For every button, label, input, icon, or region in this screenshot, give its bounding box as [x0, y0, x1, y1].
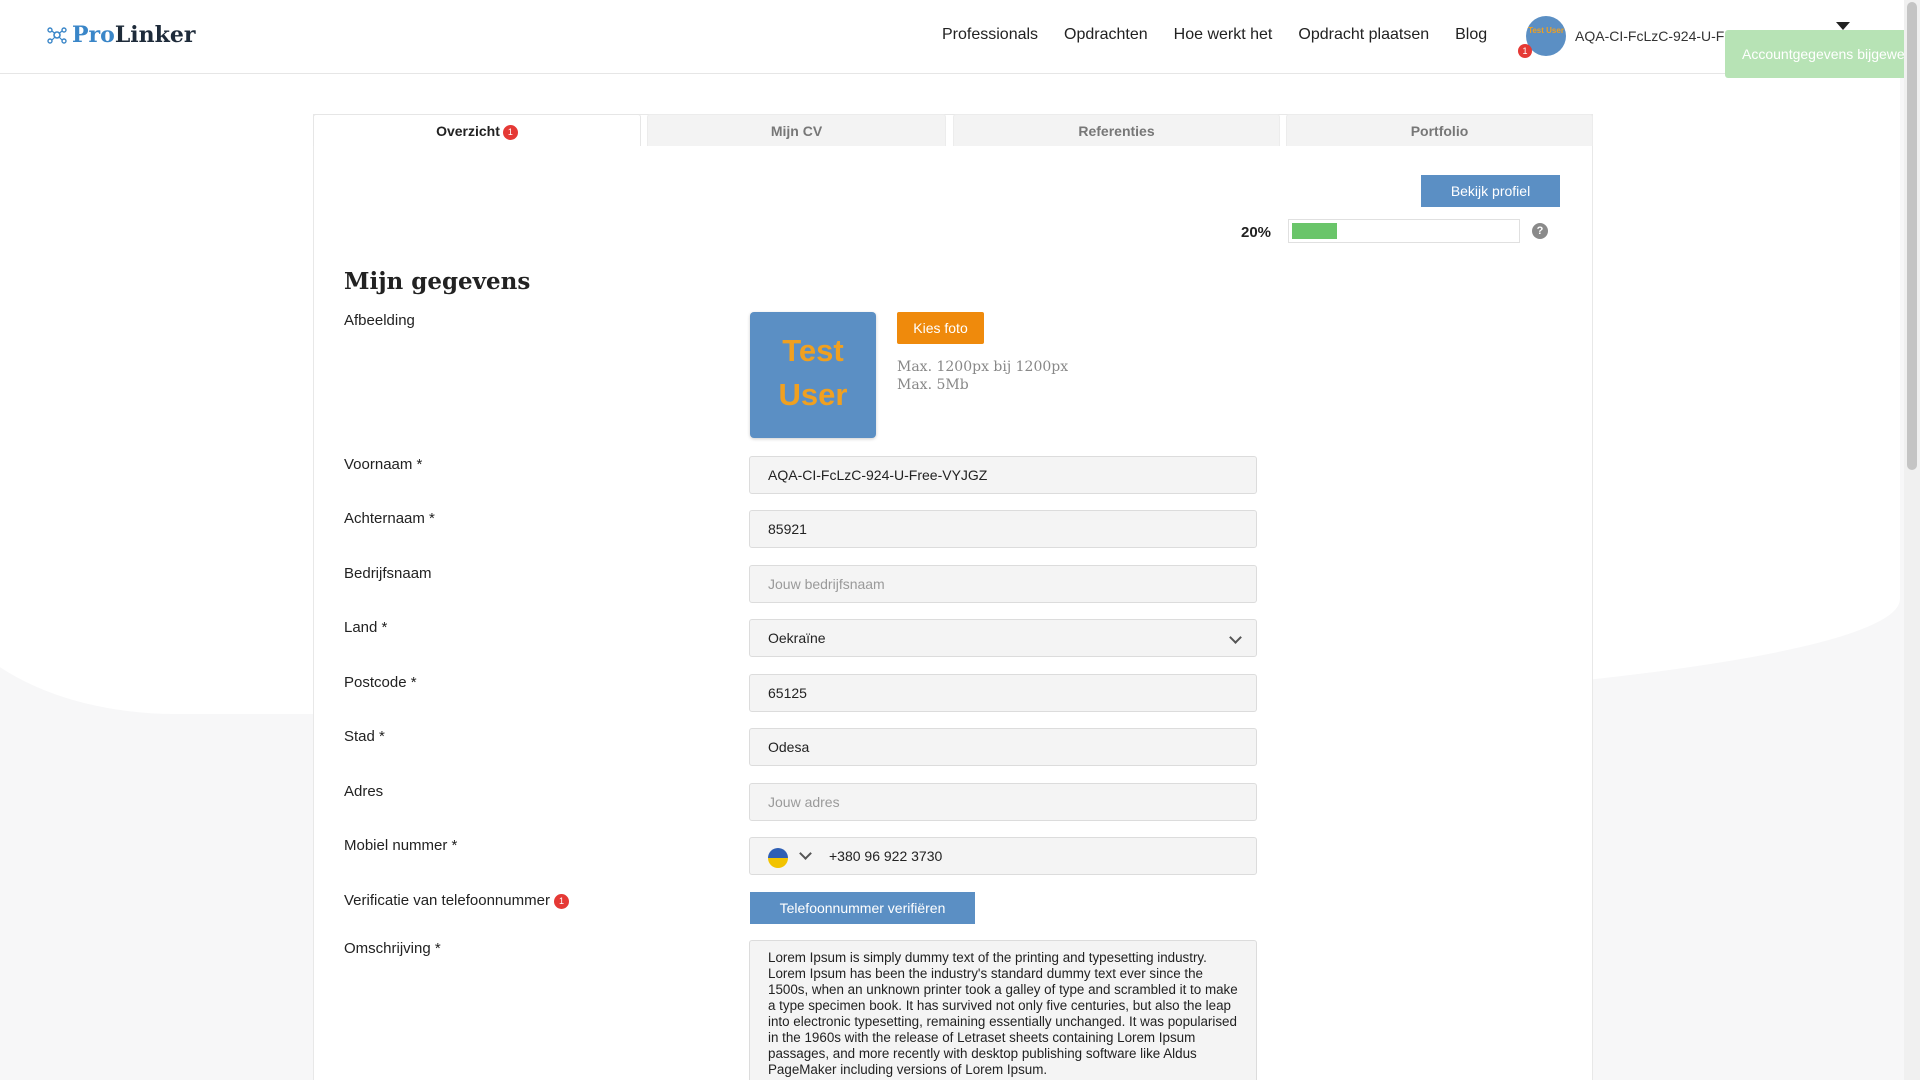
label-stad: Stad *	[344, 728, 385, 745]
photo-text-line1: Test	[782, 333, 844, 368]
choose-photo-button[interactable]: Kies foto	[897, 312, 984, 344]
postcode-input[interactable]: 65125	[749, 674, 1257, 712]
view-profile-button[interactable]: Bekijk profiel	[1421, 175, 1560, 207]
notification-badge: 1	[1518, 44, 1532, 58]
tab-referenties[interactable]: Referenties	[953, 114, 1280, 146]
section-title: Mijn gegevens	[344, 268, 531, 295]
bedrijfsnaam-input[interactable]: Jouw bedrijfsnaam	[749, 565, 1257, 603]
photo-text-line2: User	[778, 377, 848, 412]
label-achternaam: Achternaam *	[344, 510, 435, 527]
nav-professionals[interactable]: Professionals	[942, 26, 1038, 44]
label-mobiel-nummer: Mobiel nummer *	[344, 837, 458, 854]
profile-progress-bar	[1288, 219, 1520, 243]
land-selected-value: Oekraïne	[768, 630, 826, 646]
land-select[interactable]: Oekraïne	[749, 619, 1257, 657]
phone-number-value: +380 96 922 3730	[829, 848, 943, 864]
achternaam-input[interactable]: 85921	[749, 510, 1257, 548]
nav-opdrachten[interactable]: Opdrachten	[1064, 26, 1148, 44]
label-omschrijving: Omschrijving *	[344, 940, 441, 957]
success-toast: Accountgegevens bijgewerkt	[1725, 30, 1904, 78]
nav-blog[interactable]: Blog	[1455, 26, 1487, 44]
label-bedrijfsnaam: Bedrijfsnaam	[344, 565, 432, 582]
label-verificatie: Verificatie van telefoonnummer 1	[344, 892, 569, 909]
ukraine-flag-icon[interactable]	[768, 848, 788, 868]
logo[interactable]: Pro Linker	[46, 22, 195, 48]
tab-portfolio[interactable]: Portfolio	[1286, 114, 1593, 146]
omschrijving-textarea[interactable]: Lorem Ipsum is simply dummy text of the …	[749, 940, 1257, 1080]
progress-percentage: 20%	[1241, 224, 1272, 241]
tab-label: Overzicht	[436, 123, 500, 139]
chevron-down-icon	[1229, 631, 1242, 644]
label-land: Land *	[344, 619, 388, 636]
logo-text-pro: Pro	[72, 22, 115, 48]
adres-input[interactable]: Jouw adres	[749, 783, 1257, 821]
label-voornaam: Voornaam *	[344, 456, 423, 473]
label-postcode: Postcode *	[344, 674, 417, 691]
nav-opdracht-plaatsen[interactable]: Opdracht plaatsen	[1298, 26, 1429, 44]
top-header: Pro Linker Professionals Opdrachten Hoe …	[0, 0, 1904, 74]
tab-badge: 1	[502, 124, 518, 140]
logo-icon	[47, 27, 67, 44]
main-nav: Professionals Opdrachten Hoe werkt het O…	[942, 26, 1487, 44]
photo-hint-filesize: Max. 5Mb	[897, 377, 969, 393]
label-afbeelding: Afbeelding	[344, 312, 415, 329]
tab-overzicht[interactable]: Overzicht 1	[313, 114, 641, 146]
phone-input[interactable]: +380 96 922 3730	[749, 837, 1257, 875]
photo-hint-size: Max. 1200px bij 1200px	[897, 359, 1069, 375]
logo-text-linker: Linker	[114, 22, 196, 48]
voornaam-input[interactable]: AQA-CI-FcLzC-924-U-Free-VYJGZ	[749, 456, 1257, 494]
verify-phone-button[interactable]: Telefoonnummer verifiëren	[750, 892, 975, 924]
progress-fill	[1292, 223, 1337, 239]
avatar[interactable]: Test User	[1526, 16, 1566, 56]
caret-down-icon[interactable]	[1836, 22, 1850, 30]
page-scrollbar[interactable]	[1904, 0, 1920, 1080]
profile-photo: Test User	[750, 312, 876, 438]
scrollbar-thumb[interactable]	[1907, 2, 1917, 470]
chevron-down-icon[interactable]	[799, 847, 812, 860]
verificatie-label-text: Verificatie van telefoonnummer	[344, 892, 550, 909]
label-adres: Adres	[344, 783, 384, 800]
nav-hoe-werkt-het[interactable]: Hoe werkt het	[1174, 26, 1273, 44]
tab-mijn-cv[interactable]: Mijn CV	[647, 114, 946, 146]
stad-input[interactable]: Odesa	[749, 728, 1257, 766]
help-icon[interactable]: ?	[1532, 223, 1548, 239]
verificatie-badge: 1	[553, 893, 569, 909]
